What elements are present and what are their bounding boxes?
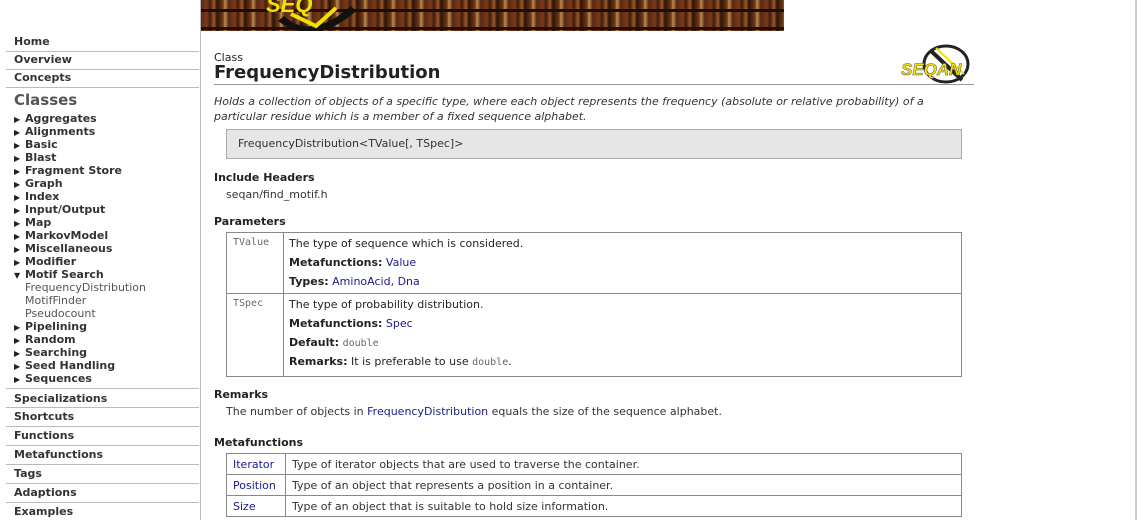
category-motif-search[interactable]: ▼ Motif Search (14, 268, 104, 281)
category-graph[interactable]: ▶ Graph (14, 177, 63, 190)
category-modifier[interactable]: ▶ Modifier (14, 255, 76, 268)
nav-shortcuts[interactable]: Shortcuts (6, 408, 199, 427)
category-seed-handling[interactable]: ▶ Seed Handling (14, 359, 115, 372)
category-sequences[interactable]: ▶ Sequences (14, 372, 92, 385)
table-row: TValue The type of sequence which is con… (226, 232, 962, 294)
remarks-text: The number of objects in FrequencyDistri… (226, 405, 722, 418)
sidebar-item-frequencydistribution[interactable]: FrequencyDistribution (25, 281, 146, 294)
seqan-logo[interactable]: SEQAN (900, 42, 974, 88)
nav-examples[interactable]: Examples (6, 503, 199, 520)
nav-concepts[interactable]: Concepts (6, 69, 199, 88)
table-row: Iterator Type of iterator objects that a… (226, 453, 962, 475)
param-default: Default: double (289, 336, 379, 349)
nav-adaptions[interactable]: Adaptions (6, 484, 199, 503)
link-dna[interactable]: Dna (398, 275, 420, 288)
nav-home[interactable]: Home (6, 33, 199, 52)
parameters-table: TValue The type of sequence which is con… (226, 232, 962, 377)
nav-specializations[interactable]: Specializations (6, 388, 199, 408)
triangle-down-icon: ▼ (14, 271, 21, 280)
param-remarks: Remarks: It is preferable to use double. (289, 355, 512, 368)
link-size[interactable]: Size (233, 500, 256, 513)
param-desc-text: The type of probability distribution. (289, 298, 484, 311)
banner-logo[interactable]: SEQ (256, 0, 366, 31)
category-input-output[interactable]: ▶ Input/Output (14, 203, 105, 216)
category-alignments[interactable]: ▶ Alignments (14, 125, 95, 138)
nav-metafunctions[interactable]: Metafunctions (6, 446, 199, 465)
remarks-heading: Remarks (214, 388, 269, 401)
nav-tags[interactable]: Tags (6, 465, 199, 484)
table-row: Position Type of an object that represen… (226, 474, 962, 496)
category-map[interactable]: ▶ Map (14, 216, 51, 229)
param-metafunctions: Metafunctions: Value (289, 256, 417, 269)
metafunction-desc: Type of an object that represents a posi… (285, 474, 962, 496)
metafunction-desc: Type of an object that is suitable to ho… (285, 495, 962, 517)
param-name-tspec: TSpec (226, 293, 284, 377)
nav-overview[interactable]: Overview (6, 51, 199, 70)
page-title: FrequencyDistribution (214, 62, 441, 83)
table-row: Size Type of an object that is suitable … (226, 495, 962, 517)
category-index[interactable]: ▶ Index (14, 190, 59, 203)
category-aggregates[interactable]: ▶ Aggregates (14, 112, 97, 125)
category-markovmodel[interactable]: ▶ MarkovModel (14, 229, 108, 242)
link-value[interactable]: Value (386, 256, 416, 269)
link-aminoacid[interactable]: AminoAcid (332, 275, 390, 288)
nav-functions[interactable]: Functions (6, 427, 199, 446)
brief-line-2: particular residue which is a member of … (214, 110, 587, 123)
include-headers-heading: Include Headers (214, 171, 315, 184)
param-desc-text: The type of sequence which is considered… (289, 237, 524, 250)
include-file: seqan/find_motif.h (226, 188, 328, 201)
link-iterator[interactable]: Iterator (233, 458, 274, 471)
sidebar-nav: Home Overview Concepts Classes ▶ Aggregat… (0, 0, 201, 520)
title-divider (214, 84, 974, 85)
category-fragment-store[interactable]: ▶ Fragment Store (14, 164, 122, 177)
link-spec[interactable]: Spec (386, 317, 413, 330)
metafunctions-heading: Metafunctions (214, 436, 304, 449)
category-basic[interactable]: ▶ Basic (14, 138, 58, 151)
metafunctions-table: Iterator Type of iterator objects that a… (226, 453, 962, 517)
metafunction-desc: Type of iterator objects that are used t… (285, 453, 962, 475)
link-frequencydistribution[interactable]: FrequencyDistribution (367, 405, 488, 418)
param-desc-tspec: The type of probability distribution. Me… (283, 293, 962, 377)
link-position[interactable]: Position (233, 479, 276, 492)
param-metafunctions: Metafunctions: Spec (289, 317, 413, 330)
triangle-right-icon: ▶ (14, 375, 21, 384)
sidebar-item-motiffinder[interactable]: MotifFinder (25, 294, 86, 307)
class-brief: Holds a collection of objects of a speci… (214, 94, 974, 124)
category-miscellaneous[interactable]: ▶ Miscellaneous (14, 242, 112, 255)
brief-line-1: Holds a collection of objects of a speci… (214, 95, 924, 108)
classes-heading: Classes (14, 91, 78, 109)
param-name-tvalue: TValue (226, 232, 284, 294)
header-banner: SEQ (201, 0, 784, 31)
parameters-heading: Parameters (214, 215, 286, 228)
param-types: Types: AminoAcid, Dna (289, 275, 420, 288)
svg-text:SEQ: SEQ (266, 0, 312, 17)
table-row: TSpec The type of probability distributi… (226, 293, 962, 377)
category-searching[interactable]: ▶ Searching (14, 346, 87, 359)
class-signature: FrequencyDistribution<TValue[, TSpec]> (226, 129, 962, 159)
category-random[interactable]: ▶ Random (14, 333, 76, 346)
category-blast[interactable]: ▶ Blast (14, 151, 56, 164)
category-pipelining[interactable]: ▶ Pipelining (14, 320, 87, 333)
param-desc-tvalue: The type of sequence which is considered… (283, 232, 962, 294)
sidebar-item-pseudocount[interactable]: Pseudocount (25, 307, 96, 320)
svg-text:SEQAN: SEQAN (901, 60, 962, 79)
